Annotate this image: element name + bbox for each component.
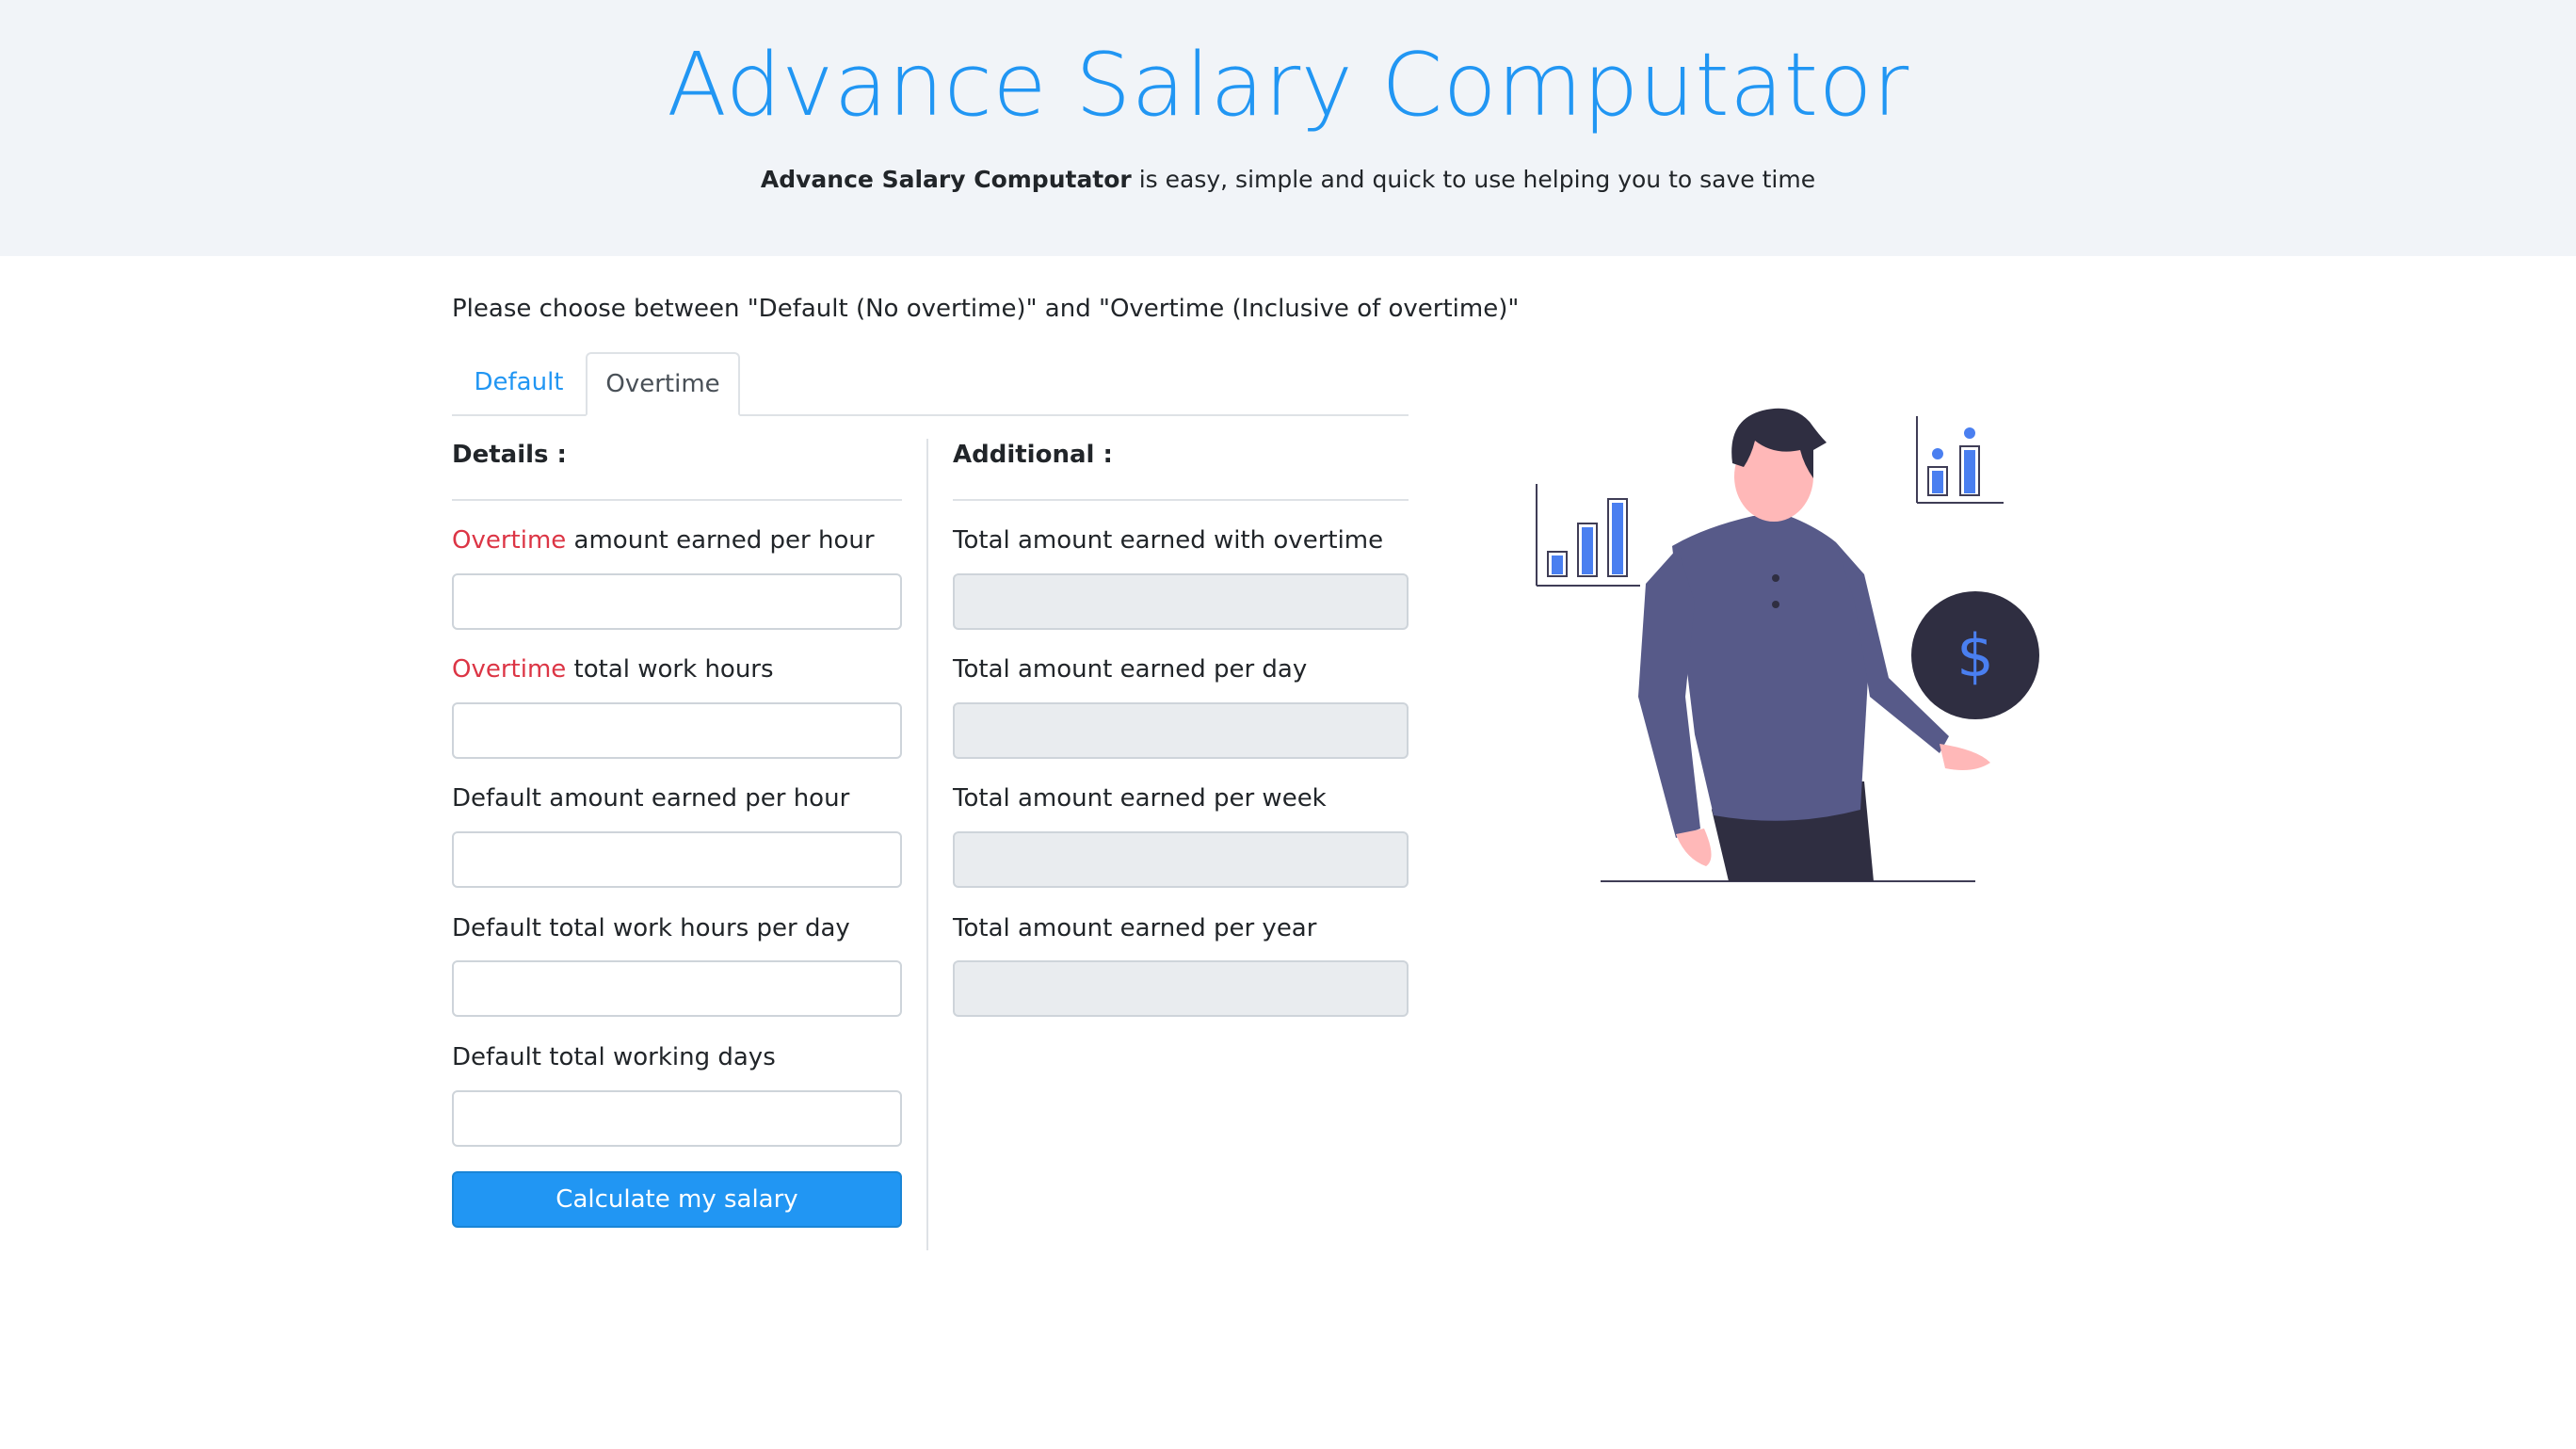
additional-divider [953,499,1409,501]
default-days-label: Default total working days [452,1043,776,1071]
mode-tabs: Default Overtime [452,352,1409,416]
overtime-hours-label: Overtime total work hours [452,655,774,684]
coin-dollar-symbol: $ [1956,621,1993,690]
total-per-week-output [953,831,1409,888]
default-hours-input[interactable] [452,960,902,1017]
tab-default[interactable]: Default [452,352,586,414]
total-per-year-output [953,960,1409,1017]
page-title: Advance Salary Computator [667,34,1909,136]
total-per-day-label: Total amount earned per day [953,655,1308,684]
calculate-salary-button[interactable]: Calculate my salary [452,1171,902,1228]
column-divider [926,439,928,1250]
default-rate-label: Default amount earned per hour [452,784,850,813]
hero-banner: Advance Salary Computator Advance Salary… [0,0,2576,256]
additional-heading: Additional : [953,441,1113,469]
dollar-coin-icon: $ [1911,591,2039,719]
bar-chart-icon [1536,484,1640,587]
total-with-overtime-label: Total amount earned with overtime [953,526,1384,555]
mode-instruction: Please choose between "Default (No overt… [452,295,1520,323]
overtime-rate-label: Overtime amount earned per hour [452,526,875,555]
overtime-accent: Overtime [452,526,567,555]
tab-overtime[interactable]: Overtime [586,352,740,416]
overtime-hours-label-text: total work hours [566,655,774,684]
overtime-rate-input[interactable] [452,573,902,630]
person-illustration: $ [1536,408,2039,882]
total-per-week-label: Total amount earned per week [953,784,1327,813]
details-heading: Details : [452,441,567,469]
subtitle-brand: Advance Salary Computator [760,166,1132,193]
default-rate-input[interactable] [452,831,902,888]
details-divider [452,499,902,501]
total-per-day-output [953,702,1409,759]
page-subtitle: Advance Salary Computator is easy, simpl… [0,166,2576,193]
overtime-hours-input[interactable] [452,702,902,759]
subtitle-text: is easy, simple and quick to use helping… [1131,166,1816,193]
overtime-rate-label-text: amount earned per hour [566,526,875,555]
overtime-accent: Overtime [452,655,567,684]
default-hours-label: Default total work hours per day [452,914,850,942]
default-days-input[interactable] [452,1090,902,1147]
total-per-year-label: Total amount earned per year [953,914,1317,942]
bar-chart-icon [1916,416,2004,504]
total-with-overtime-output [953,573,1409,630]
